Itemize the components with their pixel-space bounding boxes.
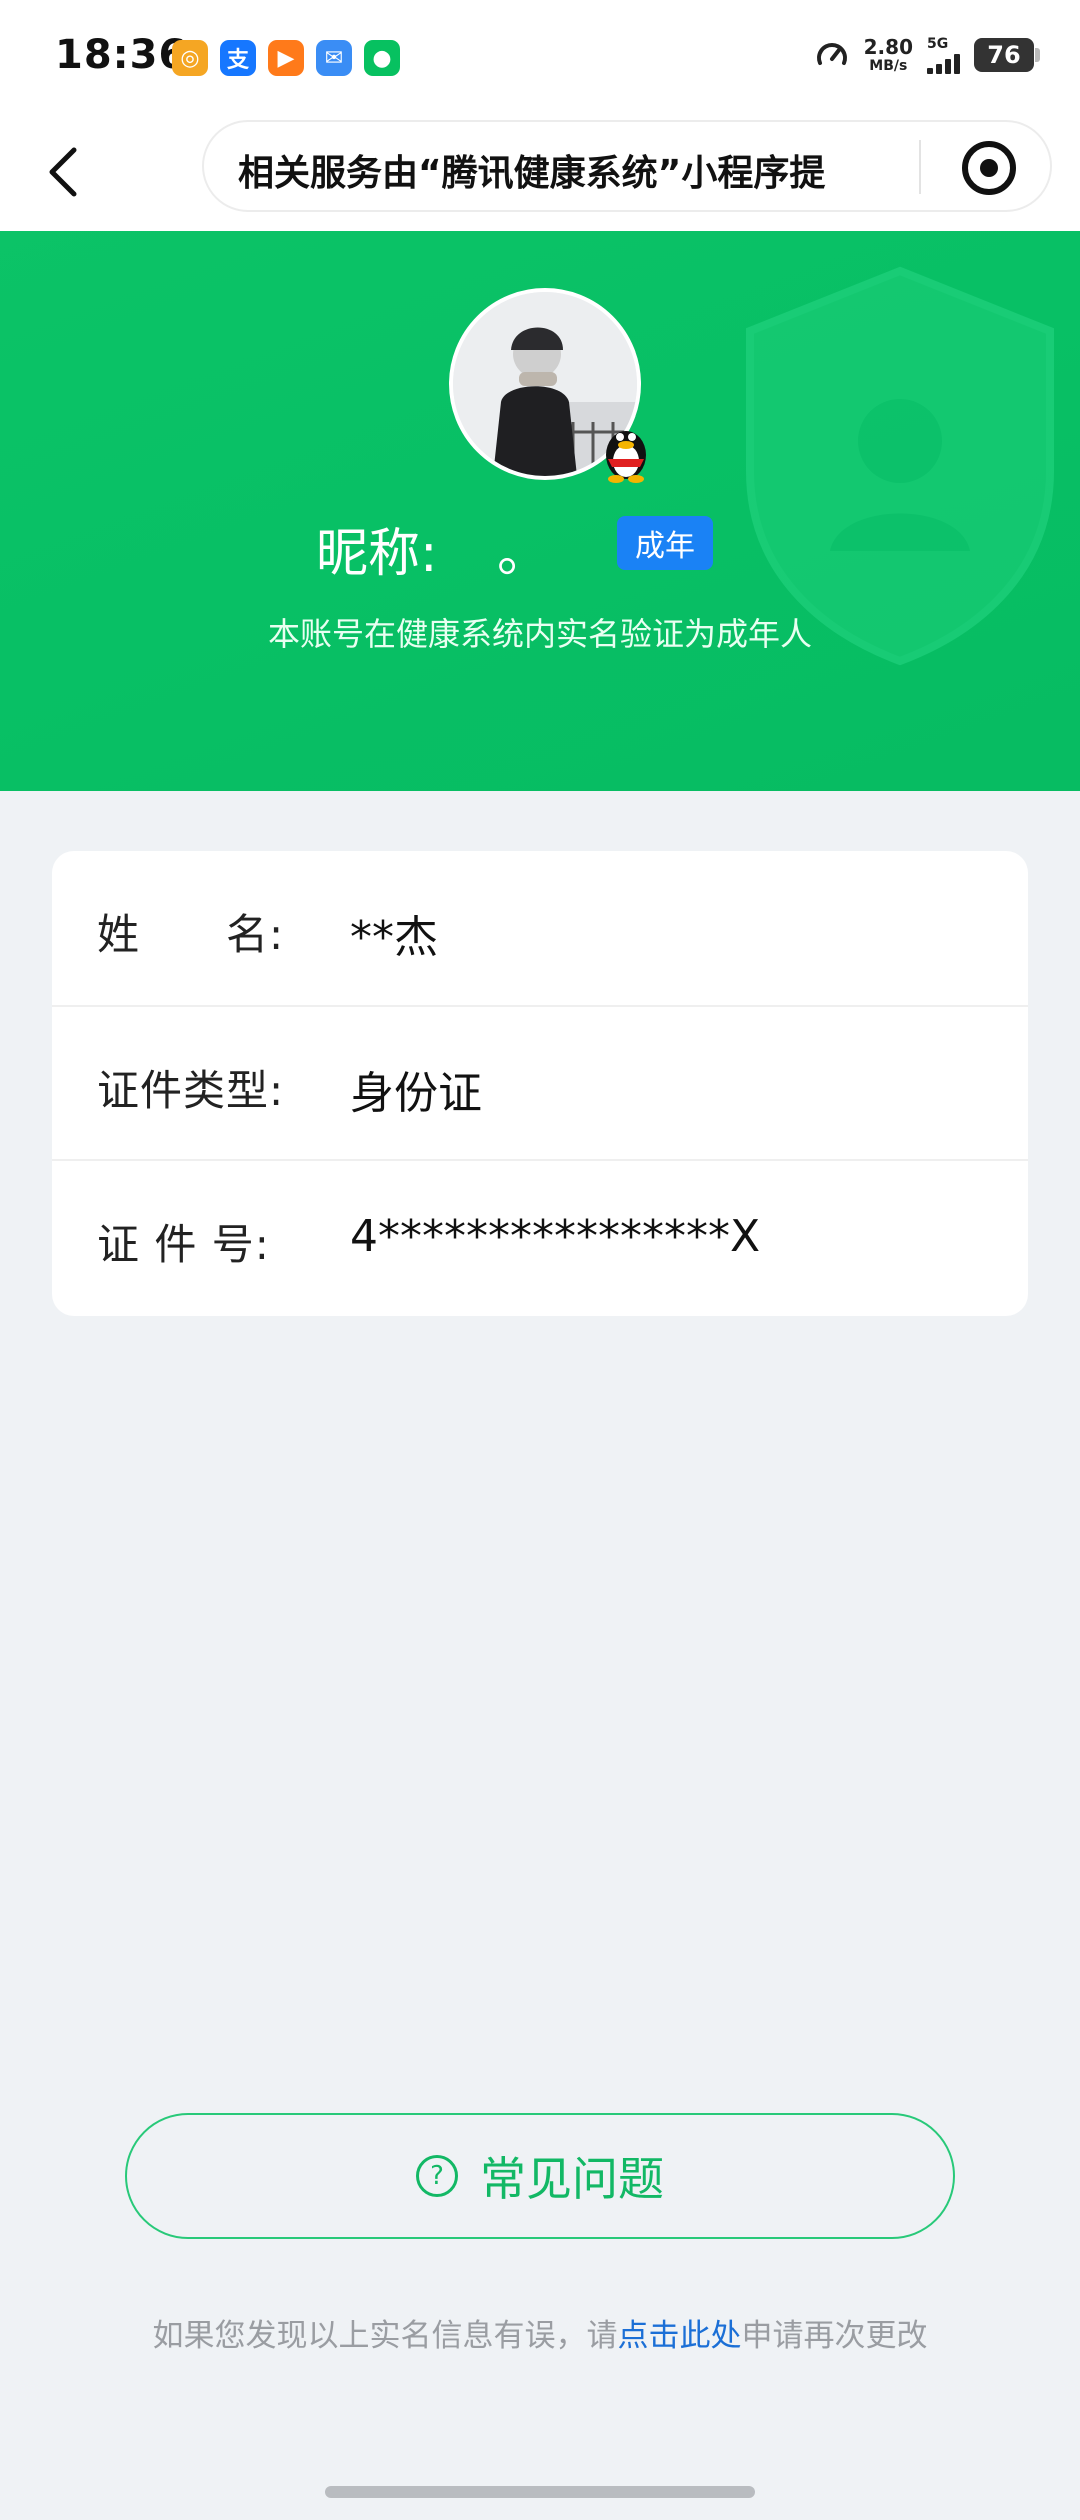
target-icon — [980, 159, 998, 177]
network-type: 5G — [927, 36, 949, 52]
battery-level: 76 — [987, 41, 1021, 69]
footer-suffix: 申请再次更改 — [741, 2318, 928, 2354]
weibo-like-icon: ◎ — [172, 40, 208, 76]
profile-header: 昵称: 。 成年 本账号在健康系统内实名验证为成年人 — [0, 231, 1080, 791]
id-number-value: 4****************X — [350, 1211, 761, 1262]
faq-label: 常见问题 — [480, 2152, 664, 2206]
qq-penguin-icon — [606, 431, 646, 483]
status-app-icons: ◎ 支 ▶ ✉ ● — [172, 40, 400, 76]
adult-badge: 成年 — [617, 516, 713, 570]
chevron-left-icon — [49, 147, 77, 197]
battery-icon: 76 — [974, 38, 1040, 72]
info-row-id-number: 证 件 号: 4****************X — [52, 1159, 1028, 1313]
id-number-label: 证 件 号: — [97, 1220, 270, 1269]
close-miniprogram-button[interactable] — [962, 141, 1016, 195]
signal-bars-icon — [927, 52, 960, 74]
status-indicators: 2.80 MB/s 5G 76 — [814, 36, 1040, 74]
wechat-icon: ● — [364, 40, 400, 76]
status-time: 18:36 — [55, 32, 188, 78]
name-label: 姓 名: — [97, 910, 285, 959]
question-icon: ? — [416, 2155, 458, 2197]
net-speed-value: 2.80 — [863, 35, 913, 59]
info-row-id-type: 证件类型: 身份证 — [52, 1005, 1028, 1159]
alipay-icon: 支 — [220, 40, 256, 76]
id-type-value: 身份证 — [350, 1068, 482, 1119]
info-row-name: 姓 名: **杰 — [52, 851, 1028, 1005]
signal-indicator: 5G — [927, 36, 960, 74]
faq-button[interactable]: ? 常见问题 — [125, 2113, 955, 2239]
title-capsule: 相关服务由“腾讯健康系统”小程序提 — [202, 120, 1052, 212]
name-value: **杰 — [350, 912, 438, 963]
video-app-icon: ▶ — [268, 40, 304, 76]
net-speed: 2.80 MB/s — [864, 37, 913, 73]
back-button[interactable] — [38, 137, 88, 207]
nickname-value: 。 — [497, 524, 550, 584]
change-request-link[interactable]: 点击此处 — [618, 2318, 742, 2354]
shield-decoration-icon — [746, 266, 1054, 666]
speedometer-icon — [816, 43, 847, 65]
identity-info-card: 姓 名: **杰 证件类型: 身份证 证 件 号: 4*************… — [52, 851, 1028, 1316]
net-speed-unit: MB/s — [869, 58, 908, 74]
footer-note: 如果您发现以上实名信息有误，请点击此处申请再次更改 — [0, 2310, 1080, 2355]
capsule-divider — [919, 140, 921, 194]
home-indicator[interactable] — [325, 2486, 755, 2498]
nickname-label: 昵称: — [316, 524, 438, 584]
status-bar: 18:36 ◎ 支 ▶ ✉ ● 2.80 MB/s 5G 76 — [0, 0, 1080, 115]
mail-app-icon: ✉ — [316, 40, 352, 76]
nav-title: 相关服务由“腾讯健康系统”小程序提 — [238, 153, 826, 194]
id-type-label: 证件类型: — [97, 1066, 285, 1115]
verification-note: 本账号在健康系统内实名验证为成年人 — [267, 615, 812, 653]
nav-bar: 相关服务由“腾讯健康系统”小程序提 — [0, 115, 1080, 231]
footer-prefix: 如果您发现以上实名信息有误，请 — [152, 2318, 618, 2354]
